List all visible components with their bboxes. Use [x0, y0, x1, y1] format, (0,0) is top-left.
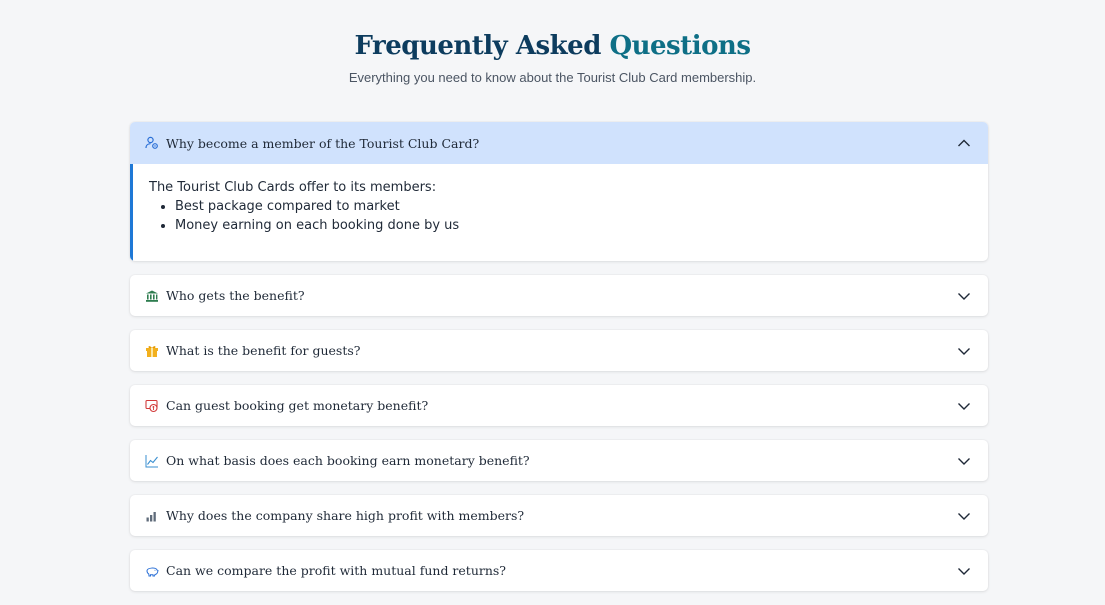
- chevron-up-icon[interactable]: [956, 135, 972, 151]
- faq-item: On what basis does each booking earn mon…: [130, 440, 988, 481]
- chevron-down-icon[interactable]: [956, 343, 972, 359]
- bank-icon: [144, 288, 160, 304]
- faq-question-button[interactable]: What is the benefit for guests?: [130, 330, 988, 371]
- faq-question-button[interactable]: Why become a member of the Tourist Club …: [130, 122, 988, 164]
- answer-point: Best package compared to market: [175, 197, 970, 216]
- title-accent: Questions: [609, 31, 751, 61]
- title-main: Frequently Asked: [354, 31, 602, 61]
- faq-question-text: Can guest booking get monetary benefit?: [166, 398, 429, 413]
- money-tag-icon: [144, 398, 160, 414]
- faq-question-text: Can we compare the profit with mutual fu…: [166, 563, 507, 578]
- user-gear-icon: [144, 135, 160, 151]
- gift-icon: [144, 343, 160, 359]
- faq-question-text: Why does the company share high profit w…: [166, 508, 525, 523]
- faq-item: Can guest booking get monetary benefit?: [130, 385, 988, 426]
- faq-answer: The Tourist Club Cards offer to its memb…: [130, 164, 988, 261]
- line-chart-icon: [144, 453, 160, 469]
- faq-item: Why does the company share high profit w…: [130, 495, 988, 536]
- faq-item: Can we compare the profit with mutual fu…: [130, 550, 988, 591]
- faq-question-text: What is the benefit for guests?: [166, 343, 361, 358]
- answer-intro: The Tourist Club Cards offer to its memb…: [149, 180, 437, 195]
- chevron-down-icon[interactable]: [956, 288, 972, 304]
- piggy-bank-icon: [144, 563, 160, 579]
- faq-header: Frequently Asked Questions Everything yo…: [0, 0, 1105, 85]
- faq-question-button[interactable]: Why does the company share high profit w…: [130, 495, 988, 536]
- faq-question-button[interactable]: Can we compare the profit with mutual fu…: [130, 550, 988, 591]
- chevron-down-icon[interactable]: [956, 453, 972, 469]
- faq-question-button[interactable]: Can guest booking get monetary benefit?: [130, 385, 988, 426]
- faq-question-button[interactable]: On what basis does each booking earn mon…: [130, 440, 988, 481]
- page-title: Frequently Asked Questions: [0, 28, 1105, 64]
- faq-question-text: On what basis does each booking earn mon…: [166, 453, 530, 468]
- answer-point: Money earning on each booking done by us: [175, 216, 970, 235]
- chevron-down-icon[interactable]: [956, 563, 972, 579]
- faq-list: Why become a member of the Tourist Club …: [130, 122, 988, 605]
- page-subtitle: Everything you need to know about the To…: [348, 70, 757, 85]
- faq-item: What is the benefit for guests?: [130, 330, 988, 371]
- faq-item: Who gets the benefit?: [130, 275, 988, 316]
- chevron-down-icon[interactable]: [956, 508, 972, 524]
- faq-question-button[interactable]: Who gets the benefit?: [130, 275, 988, 316]
- faq-item: Why become a member of the Tourist Club …: [130, 122, 988, 261]
- faq-question-text: Why become a member of the Tourist Club …: [166, 135, 480, 151]
- chevron-down-icon[interactable]: [956, 398, 972, 414]
- bar-chart-icon: [144, 508, 160, 524]
- answer-list: Best package compared to market Money ea…: [149, 197, 970, 235]
- faq-question-text: Who gets the benefit?: [166, 288, 305, 303]
